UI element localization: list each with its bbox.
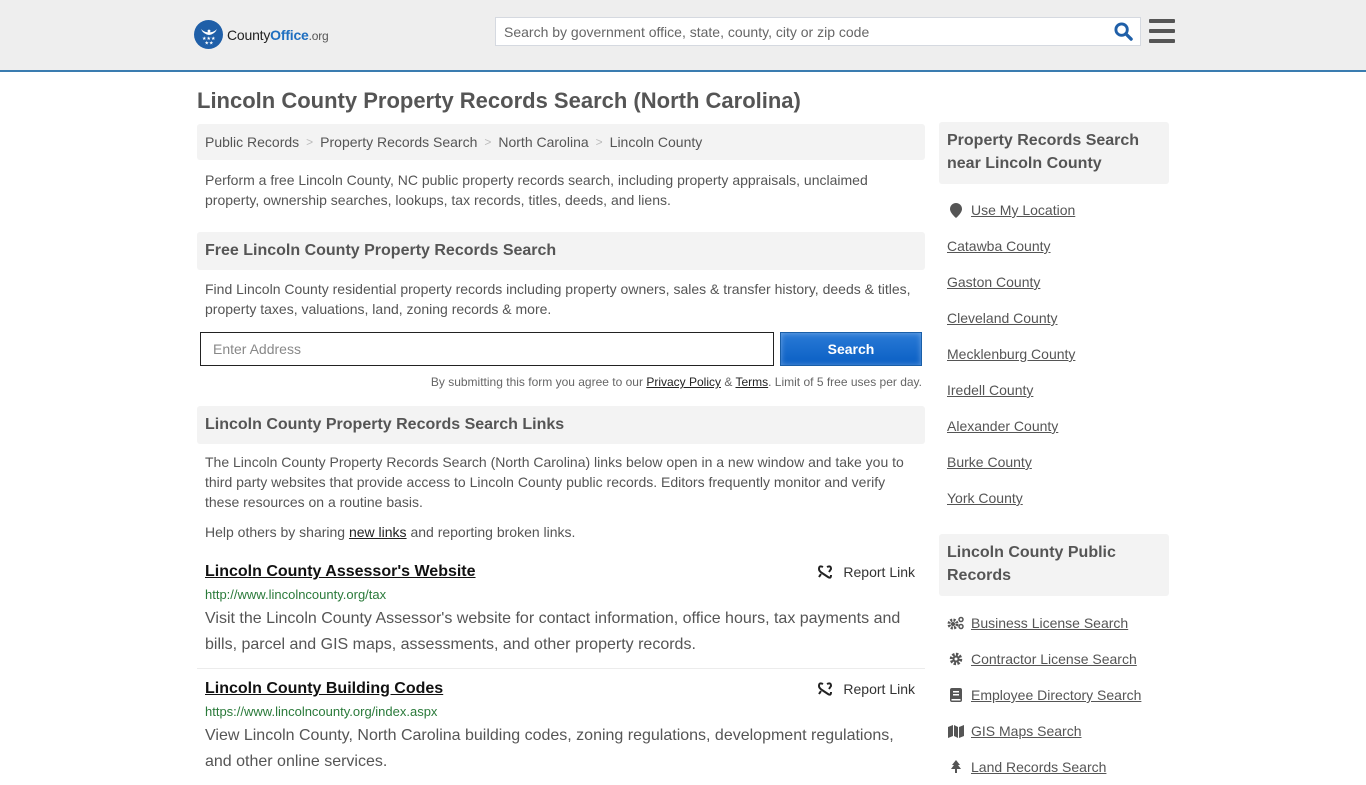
- help-text-prefix: Help others by sharing: [205, 524, 349, 540]
- breadcrumb-separator: >: [484, 135, 492, 149]
- breadcrumb-separator: >: [306, 135, 314, 149]
- employee-directory-search-link[interactable]: Employee Directory Search: [971, 687, 1141, 703]
- link-entry: Lincoln County Building Codes Report Lin…: [197, 679, 925, 775]
- search-icon[interactable]: [1106, 18, 1140, 45]
- map-marker-icon: [947, 202, 965, 218]
- report-link-label: Report Link: [843, 681, 915, 697]
- new-links-link[interactable]: new links: [349, 524, 407, 540]
- disclaimer-text: By submitting this form you agree to our: [430, 375, 647, 389]
- site-logo[interactable]: ★★★ ★★ CountyOffice.org: [194, 20, 329, 49]
- link-entry-url: http://www.lincolncounty.org/tax: [205, 587, 387, 602]
- county-list-item: Mecklenburg County: [939, 336, 1169, 372]
- county-link-alexander[interactable]: Alexander County: [947, 418, 1058, 434]
- county-link-catawba[interactable]: Catawba County: [947, 238, 1051, 254]
- link-entry-title[interactable]: Lincoln County Assessor's Website: [205, 562, 476, 582]
- map-icon: [947, 724, 965, 738]
- disclaimer-text: . Limit of 5 free uses per day.: [768, 375, 922, 389]
- public-records-heading: Lincoln County Public Records: [939, 534, 1169, 596]
- public-record-item: GIS Maps Search: [939, 713, 1169, 749]
- breadcrumb: Public Records > Property Records Search…: [197, 124, 925, 160]
- link-entry-description: Visit the Lincoln County Assessor's webs…: [205, 610, 901, 653]
- eagle-logo-icon: ★★★ ★★: [194, 20, 223, 49]
- help-text-suffix: and reporting broken links.: [406, 524, 576, 540]
- svg-text:★★: ★★: [204, 40, 213, 46]
- links-section-heading: Lincoln County Property Records Search L…: [197, 406, 925, 444]
- sidebar: Property Records Search near Lincoln Cou…: [939, 122, 1169, 785]
- public-records-list: Business License Search Contractor Licen…: [939, 605, 1169, 785]
- public-record-item: Land Records Search: [939, 749, 1169, 785]
- county-link-iredell[interactable]: Iredell County: [947, 382, 1033, 398]
- broken-link-icon: [818, 682, 833, 696]
- county-link-york[interactable]: York County: [947, 490, 1023, 506]
- county-link-cleveland[interactable]: Cleveland County: [947, 310, 1058, 326]
- address-search-button[interactable]: Search: [780, 332, 922, 366]
- address-input[interactable]: [200, 332, 774, 366]
- breadcrumb-public-records[interactable]: Public Records: [205, 134, 299, 150]
- disclaimer-text: &: [721, 375, 736, 389]
- land-records-search-link[interactable]: Land Records Search: [971, 759, 1106, 775]
- site-search-bar: [495, 17, 1141, 46]
- contractor-license-search-link[interactable]: Contractor License Search: [971, 651, 1137, 667]
- link-entry-description: View Lincoln County, North Carolina buil…: [205, 727, 894, 770]
- county-list-item: Burke County: [939, 444, 1169, 480]
- cogs-icon: [947, 616, 965, 630]
- link-entry-title[interactable]: Lincoln County Building Codes: [205, 679, 443, 699]
- county-link-gaston[interactable]: Gaston County: [947, 274, 1040, 290]
- link-entry: Lincoln County Assessor's Website Report…: [197, 562, 925, 669]
- links-section-description: The Lincoln County Property Records Sear…: [205, 454, 904, 510]
- book-icon: [947, 688, 965, 702]
- breadcrumb-lincoln-county[interactable]: Lincoln County: [610, 134, 703, 150]
- county-list-item: Catawba County: [939, 228, 1169, 264]
- public-record-item: Business License Search: [939, 605, 1169, 641]
- breadcrumb-north-carolina[interactable]: North Carolina: [498, 134, 588, 150]
- public-record-item: Contractor License Search: [939, 641, 1169, 677]
- privacy-policy-link[interactable]: Privacy Policy: [646, 375, 721, 389]
- intro-text: Perform a free Lincoln County, NC public…: [205, 172, 868, 208]
- county-link-mecklenburg[interactable]: Mecklenburg County: [947, 346, 1075, 362]
- logo-wordmark: CountyOffice.org: [227, 26, 329, 43]
- tree-icon: [947, 760, 965, 774]
- site-header: ★★★ ★★ CountyOffice.org: [0, 0, 1366, 72]
- report-link-button[interactable]: Report Link: [817, 681, 915, 697]
- hamburger-menu-icon[interactable]: [1149, 19, 1175, 43]
- use-my-location-link[interactable]: Use My Location: [971, 202, 1075, 218]
- public-records-block: Lincoln County Public Records Business L…: [939, 534, 1169, 785]
- breadcrumb-separator: >: [595, 135, 603, 149]
- county-list-item: Gaston County: [939, 264, 1169, 300]
- search-section-description: Find Lincoln County residential property…: [205, 281, 911, 317]
- main-content: Public Records > Property Records Search…: [197, 124, 925, 775]
- nearby-counties-list: Use My Location Catawba County Gaston Co…: [939, 192, 1169, 516]
- county-link-burke[interactable]: Burke County: [947, 454, 1032, 470]
- nearby-counties-block: Property Records Search near Lincoln Cou…: [939, 122, 1169, 516]
- county-list-item: Iredell County: [939, 372, 1169, 408]
- link-entry-url: https://www.lincolncounty.org/index.aspx: [205, 704, 438, 719]
- county-list-item: Alexander County: [939, 408, 1169, 444]
- gis-maps-search-link[interactable]: GIS Maps Search: [971, 723, 1082, 739]
- site-search-input[interactable]: [496, 18, 1106, 45]
- page-title: Lincoln County Property Records Search (…: [197, 88, 801, 113]
- broken-link-icon: [818, 565, 833, 579]
- nearby-counties-heading: Property Records Search near Lincoln Cou…: [939, 122, 1169, 184]
- form-disclaimer: By submitting this form you agree to our…: [197, 375, 925, 389]
- address-search-form: Search: [197, 332, 925, 366]
- breadcrumb-property-records-search[interactable]: Property Records Search: [320, 134, 477, 150]
- search-section-heading: Free Lincoln County Property Records Sea…: [197, 232, 925, 270]
- county-list-item: York County: [939, 480, 1169, 516]
- public-record-item: Employee Directory Search: [939, 677, 1169, 713]
- use-my-location-item: Use My Location: [939, 192, 1169, 228]
- report-link-button[interactable]: Report Link: [817, 564, 915, 580]
- help-text: Help others by sharing new links and rep…: [197, 522, 925, 542]
- business-license-search-link[interactable]: Business License Search: [971, 615, 1128, 631]
- county-list-item: Cleveland County: [939, 300, 1169, 336]
- gear-icon: [947, 652, 965, 666]
- report-link-label: Report Link: [843, 564, 915, 580]
- terms-link[interactable]: Terms: [735, 375, 768, 389]
